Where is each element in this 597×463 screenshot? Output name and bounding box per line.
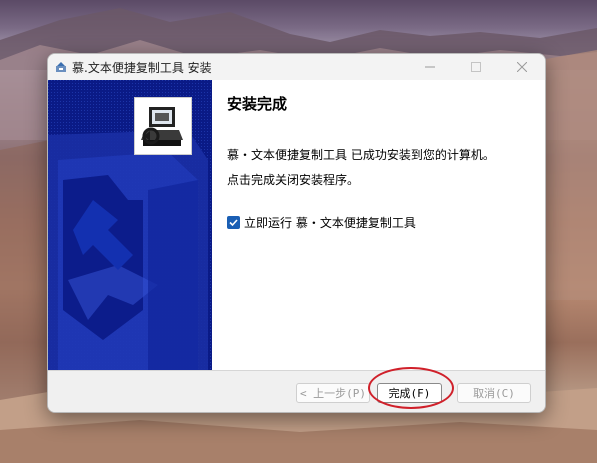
button-bar: < 上一步(P) 完成(F) 取消(C) [48, 370, 545, 412]
maximize-button[interactable] [456, 54, 496, 80]
back-button[interactable]: < 上一步(P) [296, 383, 370, 403]
run-now-label: 立即运行 慕・文本便捷复制工具 [244, 216, 416, 230]
window-title: 慕.文本便捷复制工具 安装 [72, 61, 212, 75]
close-icon [517, 62, 527, 72]
checkmark-icon [229, 219, 238, 227]
run-now-checkbox[interactable] [227, 216, 240, 229]
completion-panel: 安装完成 慕・文本便捷复制工具 已成功安装到您的计算机。 点击完成关闭安装程序。… [212, 80, 545, 370]
completion-heading: 安装完成 [227, 95, 288, 113]
success-message: 慕・文本便捷复制工具 已成功安装到您的计算机。 [227, 148, 495, 162]
run-now-option[interactable]: 立即运行 慕・文本便捷复制工具 [227, 214, 416, 231]
cancel-button[interactable]: 取消(C) [457, 383, 531, 403]
installer-icon [56, 62, 66, 72]
installer-side-banner [48, 80, 212, 370]
close-button[interactable] [502, 54, 542, 80]
installer-computer-logo [134, 97, 192, 155]
maximize-icon [471, 62, 481, 72]
installer-window: 慕.文本便捷复制工具 安装 安装完成 慕・文本便捷复制工具 已成功安装到您的计算… [47, 53, 546, 413]
title-bar[interactable]: 慕.文本便捷复制工具 安装 [48, 54, 545, 80]
minimize-button[interactable] [410, 54, 450, 80]
minimize-icon [425, 66, 435, 68]
finish-button[interactable]: 完成(F) [377, 383, 442, 403]
instruction-message: 点击完成关闭安装程序。 [227, 173, 360, 187]
